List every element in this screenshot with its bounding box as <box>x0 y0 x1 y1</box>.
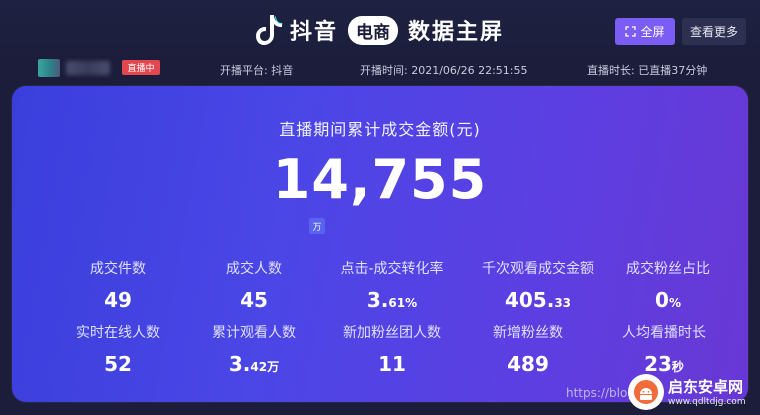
metric-buyers: 成交人数 45 <box>174 258 334 312</box>
blurred-streamer-name <box>66 61 110 75</box>
metric-avg-watch-time: 人均看播时长 23秒 <box>584 322 744 376</box>
metric-label: 点击-成交转化率 <box>340 261 444 277</box>
start-time-info: 开播时间: 2021/06/26 22:51:55 <box>360 64 528 77</box>
metric-label: 累计观看人数 <box>212 325 296 341</box>
android-robot-icon <box>634 380 658 404</box>
total-gmv-value: 14,755 <box>272 148 488 211</box>
avatar <box>38 59 60 77</box>
metric-value: 23秒 <box>644 352 684 376</box>
watermark-logo <box>628 374 664 410</box>
watermark-site-url: www.qdltdjg.com <box>668 397 746 407</box>
stats-card: 直播期间累计成交金额(元) 14,755 万 成交件数 49 成交人数 45 点… <box>12 86 748 402</box>
brand-pill: 电商 <box>348 15 399 45</box>
fullscreen-button[interactable]: 全屏 <box>615 18 675 45</box>
stream-info-row: 直播中 开播平台: 抖音 开播时间: 2021/06/26 22:51:55 直… <box>0 56 760 82</box>
brand-subtitle: 数据主屏 <box>408 20 505 45</box>
metric-value: 45 <box>240 288 268 312</box>
more-label: 查看更多 <box>689 25 738 39</box>
total-gmv-unit: 万 <box>309 218 325 234</box>
brand-name: 抖音 <box>290 20 339 45</box>
watermark-site-name: 启东安卓网 <box>668 378 744 396</box>
fullscreen-label: 全屏 <box>640 25 665 39</box>
brand: 抖音 电商 数据主屏 <box>254 12 504 48</box>
metric-total-viewers: 累计观看人数 3.42万 <box>174 322 334 376</box>
metric-value: 3.61% <box>366 288 418 312</box>
metric-label: 成交粉丝占比 <box>626 261 710 277</box>
total-gmv-title: 直播期间累计成交金额(元) <box>279 120 481 139</box>
metric-label: 人均看播时长 <box>622 325 706 341</box>
live-status-badge: 直播中 <box>122 60 160 75</box>
duration-info: 直播时长: 已直播37分钟 <box>587 64 708 77</box>
metric-value: 0% <box>655 288 681 312</box>
expand-icon <box>625 26 637 37</box>
top-header: 抖音 电商 数据主屏 全屏 查看更多 <box>0 0 760 56</box>
metric-value: 3.42万 <box>228 352 280 376</box>
metric-label: 成交人数 <box>226 261 282 277</box>
tiktok-logo-icon <box>256 15 283 45</box>
platform-info: 开播平台: 抖音 <box>220 64 294 77</box>
more-button[interactable]: 查看更多 <box>682 18 746 45</box>
metric-click-conversion: 点击-成交转化率 3.61% <box>312 258 472 312</box>
metric-fan-ratio: 成交粉丝占比 0% <box>588 258 748 312</box>
